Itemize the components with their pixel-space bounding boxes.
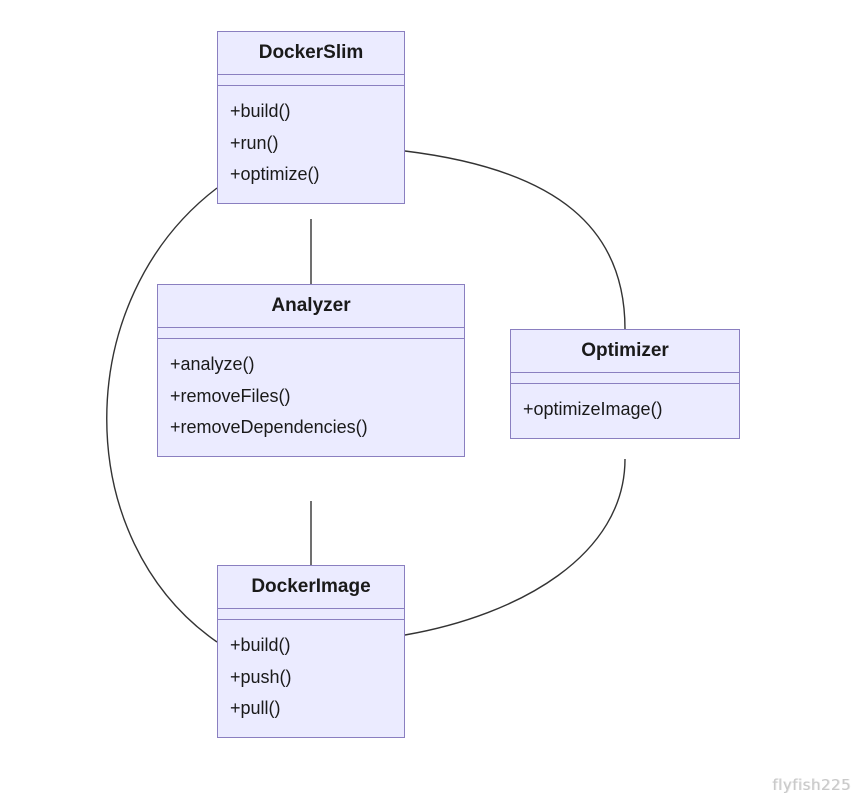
- method: +removeDependencies(): [170, 412, 452, 444]
- class-title: Analyzer: [158, 285, 464, 328]
- method: +removeFiles(): [170, 381, 452, 413]
- class-box-dockerimage: DockerImage +build() +push() +pull(): [217, 565, 405, 738]
- method: +optimizeImage(): [523, 394, 727, 426]
- class-attributes-empty: [218, 609, 404, 620]
- class-box-optimizer: Optimizer +optimizeImage(): [510, 329, 740, 439]
- class-methods: +build() +run() +optimize(): [218, 86, 404, 203]
- method: +push(): [230, 662, 392, 694]
- method: +optimize(): [230, 159, 392, 191]
- class-attributes-empty: [158, 328, 464, 339]
- method: +run(): [230, 128, 392, 160]
- method: +build(): [230, 96, 392, 128]
- watermark: flyfish225: [772, 776, 851, 794]
- class-methods: +optimizeImage(): [511, 384, 739, 438]
- class-attributes-empty: [511, 373, 739, 384]
- class-methods: +build() +push() +pull(): [218, 620, 404, 737]
- class-box-dockerslim: DockerSlim +build() +run() +optimize(): [217, 31, 405, 204]
- class-title: Optimizer: [511, 330, 739, 373]
- class-title: DockerImage: [218, 566, 404, 609]
- class-title: DockerSlim: [218, 32, 404, 75]
- method: +build(): [230, 630, 392, 662]
- method: +analyze(): [170, 349, 452, 381]
- class-box-analyzer: Analyzer +analyze() +removeFiles() +remo…: [157, 284, 465, 457]
- class-methods: +analyze() +removeFiles() +removeDepende…: [158, 339, 464, 456]
- class-attributes-empty: [218, 75, 404, 86]
- method: +pull(): [230, 693, 392, 725]
